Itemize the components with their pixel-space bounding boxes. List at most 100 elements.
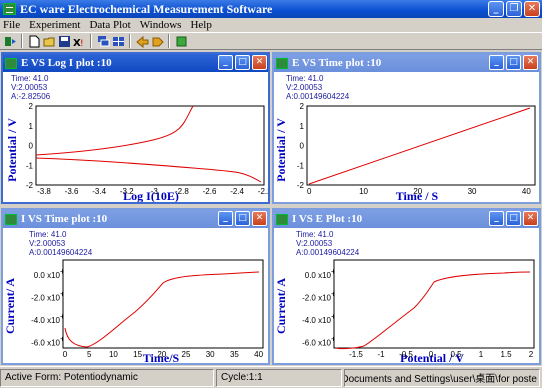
window-titlebar[interactable]: I VS Time plot :10 _ □ ✕ — [3, 210, 268, 228]
tile-icon[interactable] — [96, 34, 110, 48]
close-button[interactable]: ✕ — [523, 55, 538, 70]
x-tick-label: 10 — [109, 350, 118, 359]
window-title: I VS E Plot :10 — [292, 213, 363, 225]
current-readout: A:-2.82506 — [11, 92, 51, 101]
window-icon — [5, 57, 17, 69]
mdi-workspace: E VS Log I plot :10 _ □ ✕ Time: 41.0 V:2… — [0, 51, 542, 365]
svg-text:!: ! — [80, 39, 84, 48]
x-tick-label: -3.2 — [120, 187, 134, 196]
y-tick-label: 2 — [300, 102, 305, 111]
y-tick-label: 0 — [29, 142, 34, 151]
close-button[interactable]: ✕ — [252, 211, 267, 226]
new-icon[interactable] — [27, 34, 41, 48]
maximize-button[interactable]: □ — [235, 55, 250, 70]
plot-i-vs-e: Time: 41.0 V:2.00053 A:0.00149604224 Cur… — [274, 230, 535, 363]
x-tick-label: 1 — [479, 350, 484, 359]
window-i-vs-e[interactable]: I VS E Plot :10 _ □ ✕ Time: 41.0 V:2.000… — [272, 208, 541, 365]
x-tick-label: -3.4 — [92, 187, 106, 196]
minimize-button[interactable]: _ — [489, 55, 504, 70]
y-tick-label: 2 — [29, 102, 34, 111]
x-tick-label: 2 — [529, 350, 534, 359]
toolbar-separator — [129, 34, 131, 48]
time-readout: Time: 41.0 — [296, 230, 334, 239]
x-tick-label: 40 — [254, 350, 263, 359]
window-i-vs-time[interactable]: I VS Time plot :10 _ □ ✕ Time: 41.0 V:2.… — [1, 208, 270, 365]
x-tick-label: 1.5 — [500, 350, 512, 359]
stop-icon[interactable]: X! — [72, 34, 86, 48]
x-tick-label: -2.2 — [258, 187, 268, 196]
x-ticks: 0 5 10 15 20 25 30 35 40 — [63, 350, 264, 359]
x-ticks: -3.8 -3.6 -3.4 -3.2 -3 -2.8 -2.6 -2.4 -2.2 — [37, 187, 268, 196]
window-titlebar[interactable]: I VS E Plot :10 _ □ ✕ — [274, 210, 539, 228]
window-title: I VS Time plot :10 — [21, 213, 108, 225]
close-button[interactable]: ✕ — [252, 55, 267, 70]
app-icon — [3, 3, 16, 15]
y-tick-label: -4.0 x10 — [31, 316, 60, 325]
maximize-button[interactable]: □ — [506, 211, 521, 226]
menubar: File Experiment Data Plot Windows Help — [0, 18, 542, 32]
x-tick-label: 20 — [413, 187, 422, 196]
y-tick-label: -6.0 x10 — [302, 338, 331, 347]
status-cycle: Cycle:1:1 — [216, 368, 342, 387]
x-tick-label: 15 — [133, 350, 142, 359]
y-tick-label: -2 — [26, 181, 34, 190]
y-axis-label: Potential / V — [5, 118, 19, 182]
minimize-button[interactable]: _ — [489, 211, 504, 226]
y-tick-label: -4.0 x10 — [302, 316, 331, 325]
x-tick-label: 10 — [359, 187, 368, 196]
y-tick-label: -2.0 x10 — [302, 293, 331, 302]
close-button[interactable]: ✕ — [523, 211, 538, 226]
menu-windows[interactable]: Windows — [140, 19, 182, 31]
x-tick-label: 30 — [468, 187, 477, 196]
current-readout: A:0.00149604224 — [286, 92, 350, 101]
maximize-button[interactable]: □ — [506, 55, 521, 70]
minimize-button[interactable]: _ — [218, 55, 233, 70]
current-readout: A:0.00149604224 — [296, 248, 360, 257]
menu-help[interactable]: Help — [190, 19, 211, 31]
y-tick-label: 0.0 x10 — [34, 271, 61, 280]
minimize-button[interactable]: _ — [218, 211, 233, 226]
y-tick-label: -2.0 x10 — [31, 293, 60, 302]
x-tick-label: -3.6 — [65, 187, 79, 196]
arrow-right-icon[interactable] — [150, 34, 164, 48]
open-icon[interactable] — [42, 34, 56, 48]
y-axis-label: Potential / V — [274, 118, 288, 182]
cascade-icon[interactable] — [111, 34, 125, 48]
toolbar: X! — [0, 32, 542, 50]
run-icon[interactable] — [3, 34, 17, 48]
y-tick-label: 0 — [300, 142, 305, 151]
window-titlebar[interactable]: E VS Log I plot :10 _ □ ✕ — [3, 54, 268, 72]
window-icon — [276, 213, 288, 225]
voltage-readout: V:2.00053 — [296, 239, 333, 248]
statusbar: Active Form: Potentiodynamic Cycle:1:1 C… — [0, 366, 542, 388]
time-readout: Time: 41.0 — [11, 74, 49, 83]
toolbar-separator — [21, 34, 23, 48]
x-tick-label: 25 — [182, 350, 191, 359]
window-titlebar[interactable]: E VS Time plot :10 _ □ ✕ — [274, 54, 539, 72]
app-titlebar[interactable]: EC ware Electrochemical Measurement Soft… — [0, 0, 542, 18]
x-tick-label: 0 — [63, 350, 68, 359]
menu-data-plot[interactable]: Data Plot — [89, 19, 130, 31]
window-e-vs-time[interactable]: E VS Time plot :10 _ □ ✕ Time: 41.0 V:2.… — [272, 52, 541, 204]
x-tick-label: 35 — [230, 350, 239, 359]
maximize-button[interactable]: □ — [235, 211, 250, 226]
square-icon[interactable] — [174, 34, 188, 48]
y-tick-label: 1 — [29, 122, 34, 131]
plot-i-vs-time: Time: 41.0 V:2.00053 A:0.00149604224 Cur… — [3, 230, 264, 363]
status-active-form: Active Form: Potentiodynamic — [0, 368, 214, 387]
x-tick-label: 5 — [87, 350, 92, 359]
app-title: EC ware Electrochemical Measurement Soft… — [20, 1, 273, 16]
arrow-left-icon[interactable] — [135, 34, 149, 48]
maximize-button[interactable]: ❐ — [506, 1, 522, 17]
window-title: E VS Log I plot :10 — [21, 57, 112, 69]
menu-file[interactable]: File — [3, 19, 20, 31]
x-tick-label: -0.5 — [399, 350, 413, 359]
save-icon[interactable] — [57, 34, 71, 48]
y-tick-label: 1 — [300, 122, 305, 131]
x-tick-label: 20 — [157, 350, 166, 359]
minimize-button[interactable]: _ — [488, 1, 504, 17]
window-e-vs-log-i[interactable]: E VS Log I plot :10 _ □ ✕ Time: 41.0 V:2… — [1, 52, 270, 204]
close-button[interactable]: ✕ — [524, 1, 540, 17]
menu-experiment[interactable]: Experiment — [29, 19, 80, 31]
toolbar-separator — [168, 34, 170, 48]
